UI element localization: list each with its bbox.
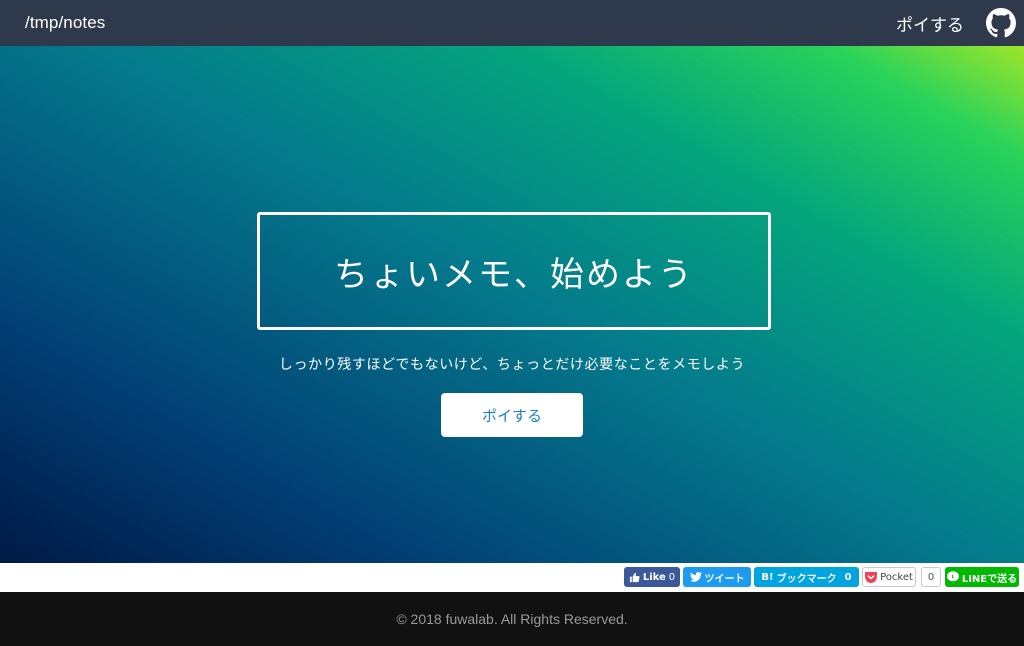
line-icon: L	[946, 571, 959, 582]
facebook-like-label: Like	[642, 571, 666, 583]
hero-title-box: ちょいメモ、始めよう	[257, 212, 771, 330]
navbar-right: ポイする	[896, 8, 1016, 38]
brand-link[interactable]: /tmp/notes	[25, 13, 105, 33]
tweet-button[interactable]: ツイート	[683, 567, 751, 587]
hatena-label: ブックマーク	[776, 573, 837, 585]
pocket-icon	[865, 571, 878, 583]
line-share-button[interactable]: L LINEで送る	[945, 567, 1019, 587]
hero-title: ちょいメモ、始めよう	[334, 254, 694, 295]
pocket-label: Pocket	[880, 571, 913, 583]
github-icon	[986, 8, 1016, 38]
poi-button[interactable]: ポイする	[441, 393, 583, 437]
tweet-label: ツイート	[704, 573, 745, 585]
twitter-bird-icon	[689, 572, 702, 582]
copyright-text: © 2018 fuwalab. All Rights Reserved.	[396, 611, 628, 627]
hatena-badge: B!	[761, 571, 774, 583]
hatena-bookmark-button[interactable]: B! ブックマーク 0	[754, 567, 859, 587]
line-share-label: LINEで送る	[961, 573, 1018, 585]
hero-section: ちょいメモ、始めよう しっかり残すほどでもないけど、ちょっとだけ必要なことをメモ…	[0, 46, 1024, 563]
pocket-count: 0	[921, 567, 941, 587]
share-bar: Like 0 ツイート B! ブックマーク 0 Pocket 0 L LINEで…	[0, 563, 1024, 592]
hero-subtitle: しっかり残すほどでもないけど、ちょっとだけ必要なことをメモしよう	[278, 357, 746, 373]
facebook-like-button[interactable]: Like 0	[624, 567, 680, 587]
svg-text:L: L	[952, 574, 955, 579]
page-footer: © 2018 fuwalab. All Rights Reserved.	[0, 592, 1024, 646]
pocket-button[interactable]: Pocket	[862, 567, 916, 587]
top-navbar: /tmp/notes ポイする	[0, 0, 1024, 46]
thumbs-up-icon	[629, 572, 640, 582]
facebook-like-count: 0	[668, 571, 676, 583]
nav-poi-link[interactable]: ポイする	[896, 11, 964, 36]
github-link[interactable]	[986, 8, 1016, 38]
hatena-count: 0	[844, 571, 852, 583]
